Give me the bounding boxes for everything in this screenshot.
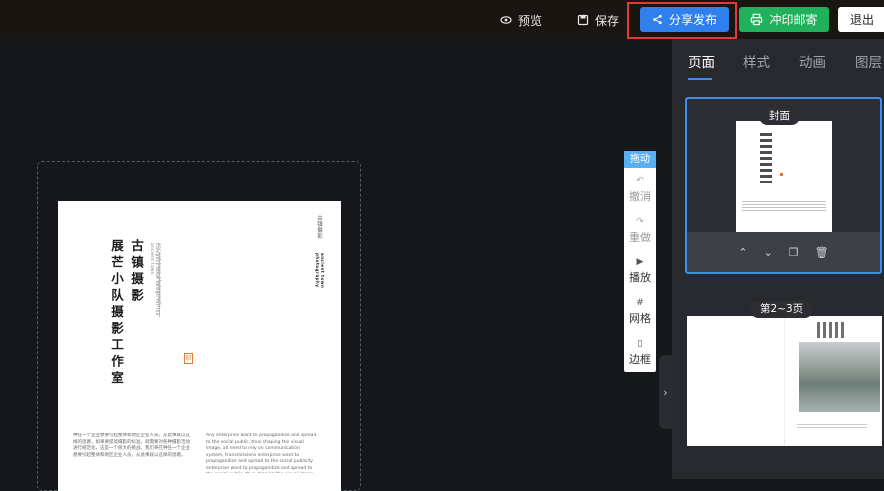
seal-stamp: 印	[184, 353, 193, 364]
eye-icon	[500, 16, 512, 24]
orange-rule	[159, 253, 160, 317]
thumb-accent	[780, 173, 783, 176]
exit-button[interactable]: 退出	[838, 7, 884, 32]
thumb-spread-photo	[799, 342, 880, 412]
play-icon: ▶	[636, 257, 644, 267]
play-label: 播放	[629, 271, 651, 284]
copy-icon[interactable]: ❐	[789, 246, 799, 259]
thumb-title-block	[760, 133, 772, 183]
undo-tool[interactable]: ↶ 撤消	[624, 175, 656, 204]
tool-palette: 拖动 ↶ 撤消 ↷ 重做 ▶ 播放 # 网格 ▯ 边框	[624, 151, 656, 372]
save-label: 保存	[595, 13, 620, 28]
tab-layers[interactable]: 图层	[855, 51, 882, 71]
save-button[interactable]: 保存	[577, 7, 619, 33]
delete-icon[interactable]: 🗑	[815, 246, 829, 259]
thumb-cover-label: 封面	[759, 108, 800, 125]
grid-icon: #	[636, 298, 644, 308]
active-tab-indicator	[688, 78, 712, 80]
border-label: 边框	[629, 353, 651, 366]
page-thumbnail-cover[interactable]: ⌃ ⌄ ❐ 🗑 封面	[685, 97, 882, 274]
title-column-1: 古镇摄影	[129, 239, 144, 305]
tab-style[interactable]: 样式	[743, 51, 770, 71]
paragraph-chinese: 种任一个企业想要引起整体和地区企业人员，从此事就以这样的思路，如果要提高摄影的标…	[73, 433, 190, 458]
save-icon	[577, 14, 589, 26]
chevron-right-icon: ›	[663, 385, 668, 399]
right-panel: 页面 样式 动画 图层 ⌃ ⌄ ❐ 🗑 封面 第2~3页	[672, 39, 884, 479]
share-label: 分享发布	[668, 13, 717, 27]
undo-label: 撤消	[629, 190, 651, 203]
thumb-spread-page	[687, 316, 882, 446]
share-publish-button[interactable]: 分享发布	[640, 7, 729, 32]
page-thumbnail-spread[interactable]: 第2~3页	[687, 294, 882, 470]
print-mail-button[interactable]: 冲印邮寄	[739, 7, 829, 32]
grid-label: 网格	[629, 312, 651, 325]
border-tool[interactable]: ▯ 边框	[624, 338, 656, 367]
page-canvas[interactable]: 古镇摄影 展芒小队摄影工作室 Company book design for t…	[58, 201, 341, 491]
thumb-spread-label: 第2~3页	[750, 301, 814, 318]
move-up-icon[interactable]: ⌃	[738, 246, 747, 259]
border-icon: ▯	[637, 339, 643, 349]
redo-tool[interactable]: ↷ 重做	[624, 216, 656, 245]
thumb-text-lines	[742, 201, 826, 211]
title-column-2: 展芒小队摄影工作室	[109, 239, 124, 388]
thumb-spread-title	[817, 322, 847, 338]
preview-button[interactable]: 预览	[500, 7, 542, 33]
undo-icon: ↶	[636, 176, 644, 186]
tab-pages[interactable]: 页面	[688, 51, 715, 71]
thumb-spread-divider	[784, 316, 785, 446]
side-english-text: ancient town photography	[315, 253, 325, 289]
thumbnail-actions: ⌃ ⌄ ❐ 🗑	[687, 232, 880, 272]
share-icon	[653, 14, 662, 25]
panel-collapse-handle[interactable]: ›	[659, 355, 672, 429]
printer-icon	[751, 13, 763, 26]
redo-label: 重做	[629, 231, 651, 244]
paragraph-english: Any enterprise want to propagandize and …	[206, 433, 317, 473]
side-title-small: 古镇摄影	[316, 215, 322, 239]
move-down-icon[interactable]: ⌄	[764, 246, 773, 259]
play-tool[interactable]: ▶ 播放	[624, 256, 656, 285]
tab-animation[interactable]: 动画	[799, 51, 826, 71]
redo-icon: ↷	[636, 217, 644, 227]
exit-label: 退出	[850, 13, 875, 27]
thumb-spread-lines	[797, 424, 867, 430]
drag-tool[interactable]: 拖动	[624, 151, 656, 168]
print-label: 冲印邮寄	[769, 13, 818, 27]
grid-tool[interactable]: # 网格	[624, 297, 656, 326]
top-toolbar: 预览 保存 分享发布 冲印邮寄 退出	[0, 0, 884, 39]
preview-label: 预览	[518, 13, 543, 28]
